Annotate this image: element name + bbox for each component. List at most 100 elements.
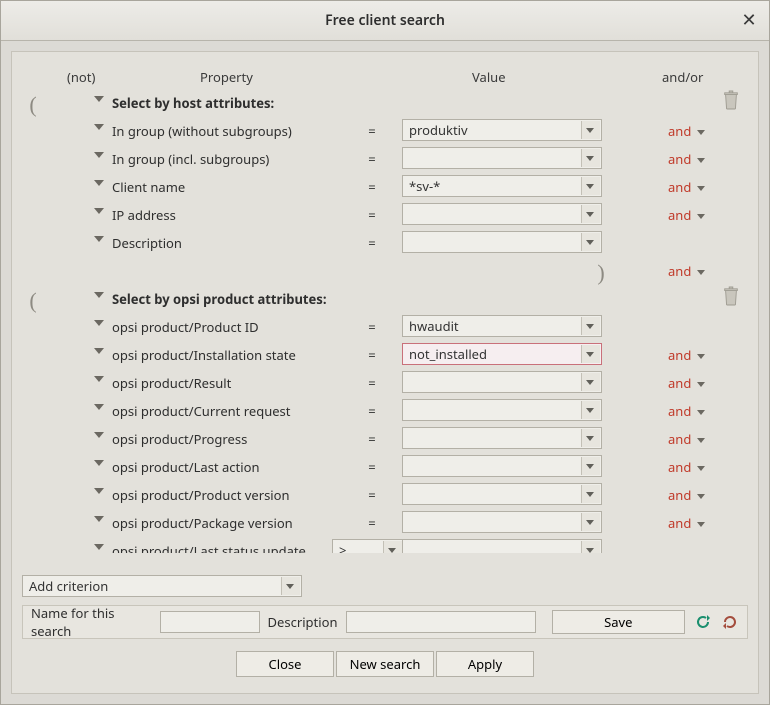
refresh-alt-icon[interactable]	[720, 612, 739, 632]
value-input[interactable]	[402, 147, 602, 169]
criterion-row-result: opsi product/Result=and	[22, 368, 748, 396]
paren-open-icon[interactable]: (	[22, 92, 44, 118]
criterion-row-package-version: opsi product/Package version=and	[22, 508, 748, 536]
operator-equals: =	[362, 122, 382, 140]
criterion-row-in-group-incl: In group (incl. subgroups)=and	[22, 144, 748, 172]
refresh-icon[interactable]	[693, 612, 712, 632]
andor-toggle[interactable]: and	[668, 486, 705, 504]
search-desc-input[interactable]	[346, 611, 536, 633]
value-input[interactable]	[402, 343, 602, 365]
not-toggle[interactable]	[94, 376, 104, 382]
criterion-row-progress: opsi product/Progress=and	[22, 424, 748, 452]
value-select[interactable]	[402, 119, 602, 141]
andor-toggle[interactable]: and	[668, 458, 705, 476]
property-label: opsi product/Product version	[112, 486, 332, 504]
header-not: (not)	[67, 68, 95, 86]
andor-toggle[interactable]: and	[668, 150, 705, 168]
not-toggle[interactable]	[94, 404, 104, 410]
add-criterion-select[interactable]	[22, 575, 302, 597]
andor-toggle[interactable]: and	[668, 374, 705, 392]
value-input[interactable]	[402, 231, 602, 253]
delete-section-host[interactable]	[722, 90, 744, 112]
criterion-row-ip-address: IP address=and	[22, 200, 748, 228]
value-select[interactable]	[402, 399, 602, 421]
not-toggle[interactable]	[94, 516, 104, 522]
not-toggle[interactable]	[94, 236, 104, 242]
paren-close-icon[interactable]: )	[590, 260, 612, 286]
paren-open-icon[interactable]: (	[22, 288, 44, 314]
operator-equals: =	[362, 150, 382, 168]
not-toggle[interactable]	[94, 488, 104, 494]
work-area: (not) Property Value and/or ( Select by …	[11, 51, 759, 694]
value-input[interactable]	[402, 455, 602, 477]
not-toggle[interactable]	[94, 152, 104, 158]
not-toggle[interactable]	[94, 432, 104, 438]
criterion-row-client-name: Client name=and	[22, 172, 748, 200]
new-search-button[interactable]: New search	[336, 651, 434, 677]
operator-value[interactable]	[332, 539, 404, 553]
andor-toggle[interactable]: and	[668, 514, 705, 532]
not-toggle[interactable]	[94, 208, 104, 214]
not-toggle[interactable]	[94, 124, 104, 130]
header-andor: and/or	[662, 68, 703, 86]
not-toggle[interactable]	[94, 320, 104, 326]
value-select[interactable]	[402, 511, 602, 533]
value-select[interactable]	[402, 455, 602, 477]
andor-toggle[interactable]: and	[668, 346, 705, 364]
andor-toggle[interactable]: and	[668, 430, 705, 448]
value-select[interactable]	[402, 315, 602, 337]
value-select[interactable]	[402, 483, 602, 505]
trash-icon	[722, 90, 740, 110]
title-bar: Free client search ✕	[1, 1, 769, 41]
not-toggle[interactable]	[94, 460, 104, 466]
delete-section-opsi[interactable]	[722, 286, 744, 308]
criterion-row-description: Description=	[22, 228, 748, 256]
operator-equals: =	[362, 234, 382, 252]
andor-toggle[interactable]: and	[668, 178, 705, 196]
andor-toggle[interactable]: and	[668, 262, 705, 280]
value-input[interactable]	[402, 539, 602, 553]
value-select[interactable]	[402, 147, 602, 169]
value-select[interactable]	[402, 231, 602, 253]
value-select[interactable]	[402, 539, 602, 553]
value-select[interactable]	[402, 343, 602, 365]
not-toggle[interactable]	[94, 348, 104, 354]
value-input[interactable]	[402, 203, 602, 225]
value-input[interactable]	[402, 371, 602, 393]
andor-toggle[interactable]: and	[668, 402, 705, 420]
value-select[interactable]	[402, 175, 602, 197]
andor-toggle[interactable]: and	[668, 206, 705, 224]
value-select[interactable]	[402, 371, 602, 393]
value-input[interactable]	[402, 315, 602, 337]
header-property: Property	[200, 68, 253, 86]
value-input[interactable]	[402, 175, 602, 197]
value-select[interactable]	[402, 203, 602, 225]
header-value: Value	[472, 68, 506, 86]
save-bar: Name for this search Description Save	[22, 605, 748, 639]
search-name-input[interactable]	[160, 611, 260, 633]
not-toggle[interactable]	[94, 292, 104, 298]
not-toggle[interactable]	[94, 180, 104, 186]
value-input[interactable]	[402, 119, 602, 141]
property-label: opsi product/Current request	[112, 402, 332, 420]
value-input[interactable]	[402, 427, 602, 449]
property-label: opsi product/Package version	[112, 514, 332, 532]
not-toggle[interactable]	[94, 96, 104, 102]
not-toggle[interactable]	[94, 544, 104, 550]
close-button[interactable]: Close	[236, 651, 334, 677]
value-input[interactable]	[402, 483, 602, 505]
value-select[interactable]	[402, 427, 602, 449]
trash-icon	[722, 286, 740, 306]
value-input[interactable]	[402, 399, 602, 421]
value-input[interactable]	[402, 511, 602, 533]
property-label: Client name	[112, 178, 332, 196]
close-icon[interactable]: ✕	[737, 9, 761, 33]
add-criterion-value[interactable]	[22, 575, 302, 597]
andor-toggle[interactable]: and	[668, 122, 705, 140]
operator-select[interactable]	[332, 539, 404, 553]
property-label: IP address	[112, 206, 332, 224]
save-button[interactable]: Save	[552, 610, 686, 634]
apply-button[interactable]: Apply	[436, 651, 534, 677]
property-label: opsi product/Last status update	[112, 542, 332, 553]
property-label: opsi product/Progress	[112, 430, 332, 448]
